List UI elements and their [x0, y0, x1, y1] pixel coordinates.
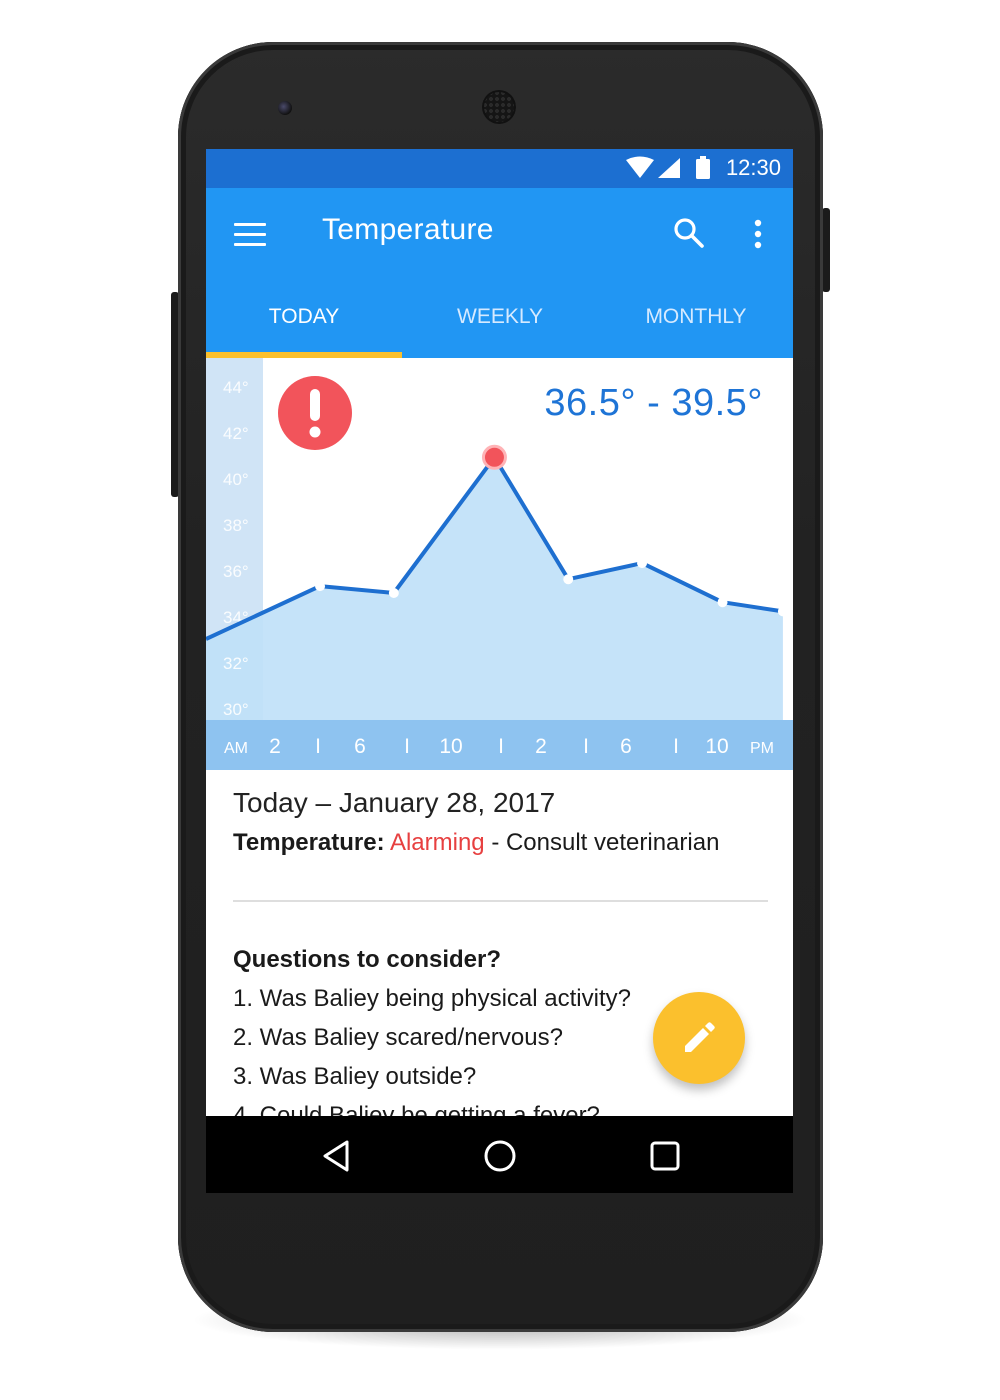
- recents-icon[interactable]: [645, 1136, 685, 1176]
- signal-icon: [658, 158, 680, 178]
- temperature-range: 36.5° - 39.5°: [544, 382, 763, 424]
- data-point: [717, 597, 728, 608]
- x-tick-label: 6: [620, 735, 632, 758]
- phone-screen: 12:30 Temperature TODAY WEEKLY MONTHLY 4…: [206, 149, 793, 1193]
- y-tick-label: 38°: [223, 516, 249, 535]
- temperature-status-advice: - Consult veterinarian: [491, 829, 720, 856]
- questions-title: Questions to consider?: [233, 946, 502, 973]
- edit-pencil-icon: [685, 1022, 715, 1052]
- x-tick-label: I: [498, 735, 504, 758]
- question-item: 3. Was Baliey outside?: [233, 1063, 477, 1090]
- y-tick-label: 44°: [223, 378, 249, 397]
- x-tick-label: PM: [750, 740, 774, 757]
- data-point: [777, 606, 788, 617]
- peak-point: [481, 444, 507, 470]
- x-tick-label: 10: [439, 735, 462, 758]
- data-point: [315, 581, 326, 592]
- tab-monthly[interactable]: MONTHLY: [598, 298, 793, 358]
- temperature-status-label: Temperature:: [233, 829, 385, 856]
- app-bar: Temperature TODAY WEEKLY MONTHLY: [206, 188, 793, 358]
- x-tick-label: I: [673, 735, 679, 758]
- question-item: 1. Was Baliey being physical activity?: [233, 985, 631, 1012]
- y-tick-label: 32°: [223, 654, 249, 673]
- data-point: [637, 558, 648, 569]
- x-tick-label: AM: [224, 740, 248, 757]
- menu-icon[interactable]: [234, 223, 266, 247]
- temperature-status: Temperature: Alarming - Consult veterina…: [233, 829, 719, 857]
- x-tick-label: 2: [535, 735, 547, 758]
- x-tick-label: 6: [354, 735, 366, 758]
- y-tick-label: 40°: [223, 470, 249, 489]
- tab-weekly[interactable]: WEEKLY: [402, 298, 598, 358]
- question-item: 2. Was Baliey scared/nervous?: [233, 1024, 563, 1051]
- front-camera: [278, 101, 292, 115]
- edit-fab-button[interactable]: [653, 992, 745, 1084]
- x-tick-label: 2: [269, 735, 281, 758]
- divider: [233, 900, 768, 902]
- wifi-icon: [626, 156, 654, 178]
- x-tick-label: I: [315, 735, 321, 758]
- more-vert-icon[interactable]: [746, 218, 770, 252]
- x-tick-label: 10: [705, 735, 728, 758]
- data-point: [388, 588, 399, 598]
- battery-icon: [696, 159, 710, 179]
- navigation-bar: [206, 1116, 793, 1193]
- earpiece-speaker: [482, 90, 516, 124]
- status-time: 12:30: [725, 155, 781, 180]
- status-icons: [626, 156, 710, 179]
- y-tick-label: 30°: [223, 700, 249, 719]
- search-icon[interactable]: [672, 216, 708, 252]
- power-button: [822, 208, 830, 292]
- tab-bar: TODAY WEEKLY MONTHLY: [206, 298, 793, 358]
- temperature-status-value: Alarming: [389, 829, 485, 856]
- temperature-chart: 44° 42° 40° 38° 36° 34° 32° 30° AM 2 I 6 I 10 I 2 I 6 I 10 P…: [206, 358, 793, 770]
- y-tick-label: 36°: [223, 562, 249, 581]
- exclamation-alert-icon: [278, 376, 352, 450]
- home-icon[interactable]: [480, 1136, 520, 1176]
- x-tick-label: I: [404, 735, 410, 758]
- y-tick-label: 42°: [223, 424, 249, 443]
- page-title: Temperature: [322, 213, 494, 246]
- status-bar: 12:30: [206, 149, 793, 188]
- data-point: [563, 574, 574, 585]
- tab-today[interactable]: TODAY: [206, 298, 402, 358]
- back-icon[interactable]: [317, 1136, 357, 1176]
- x-tick-label: I: [583, 735, 589, 758]
- date-heading: Today – January 28, 2017: [233, 787, 556, 818]
